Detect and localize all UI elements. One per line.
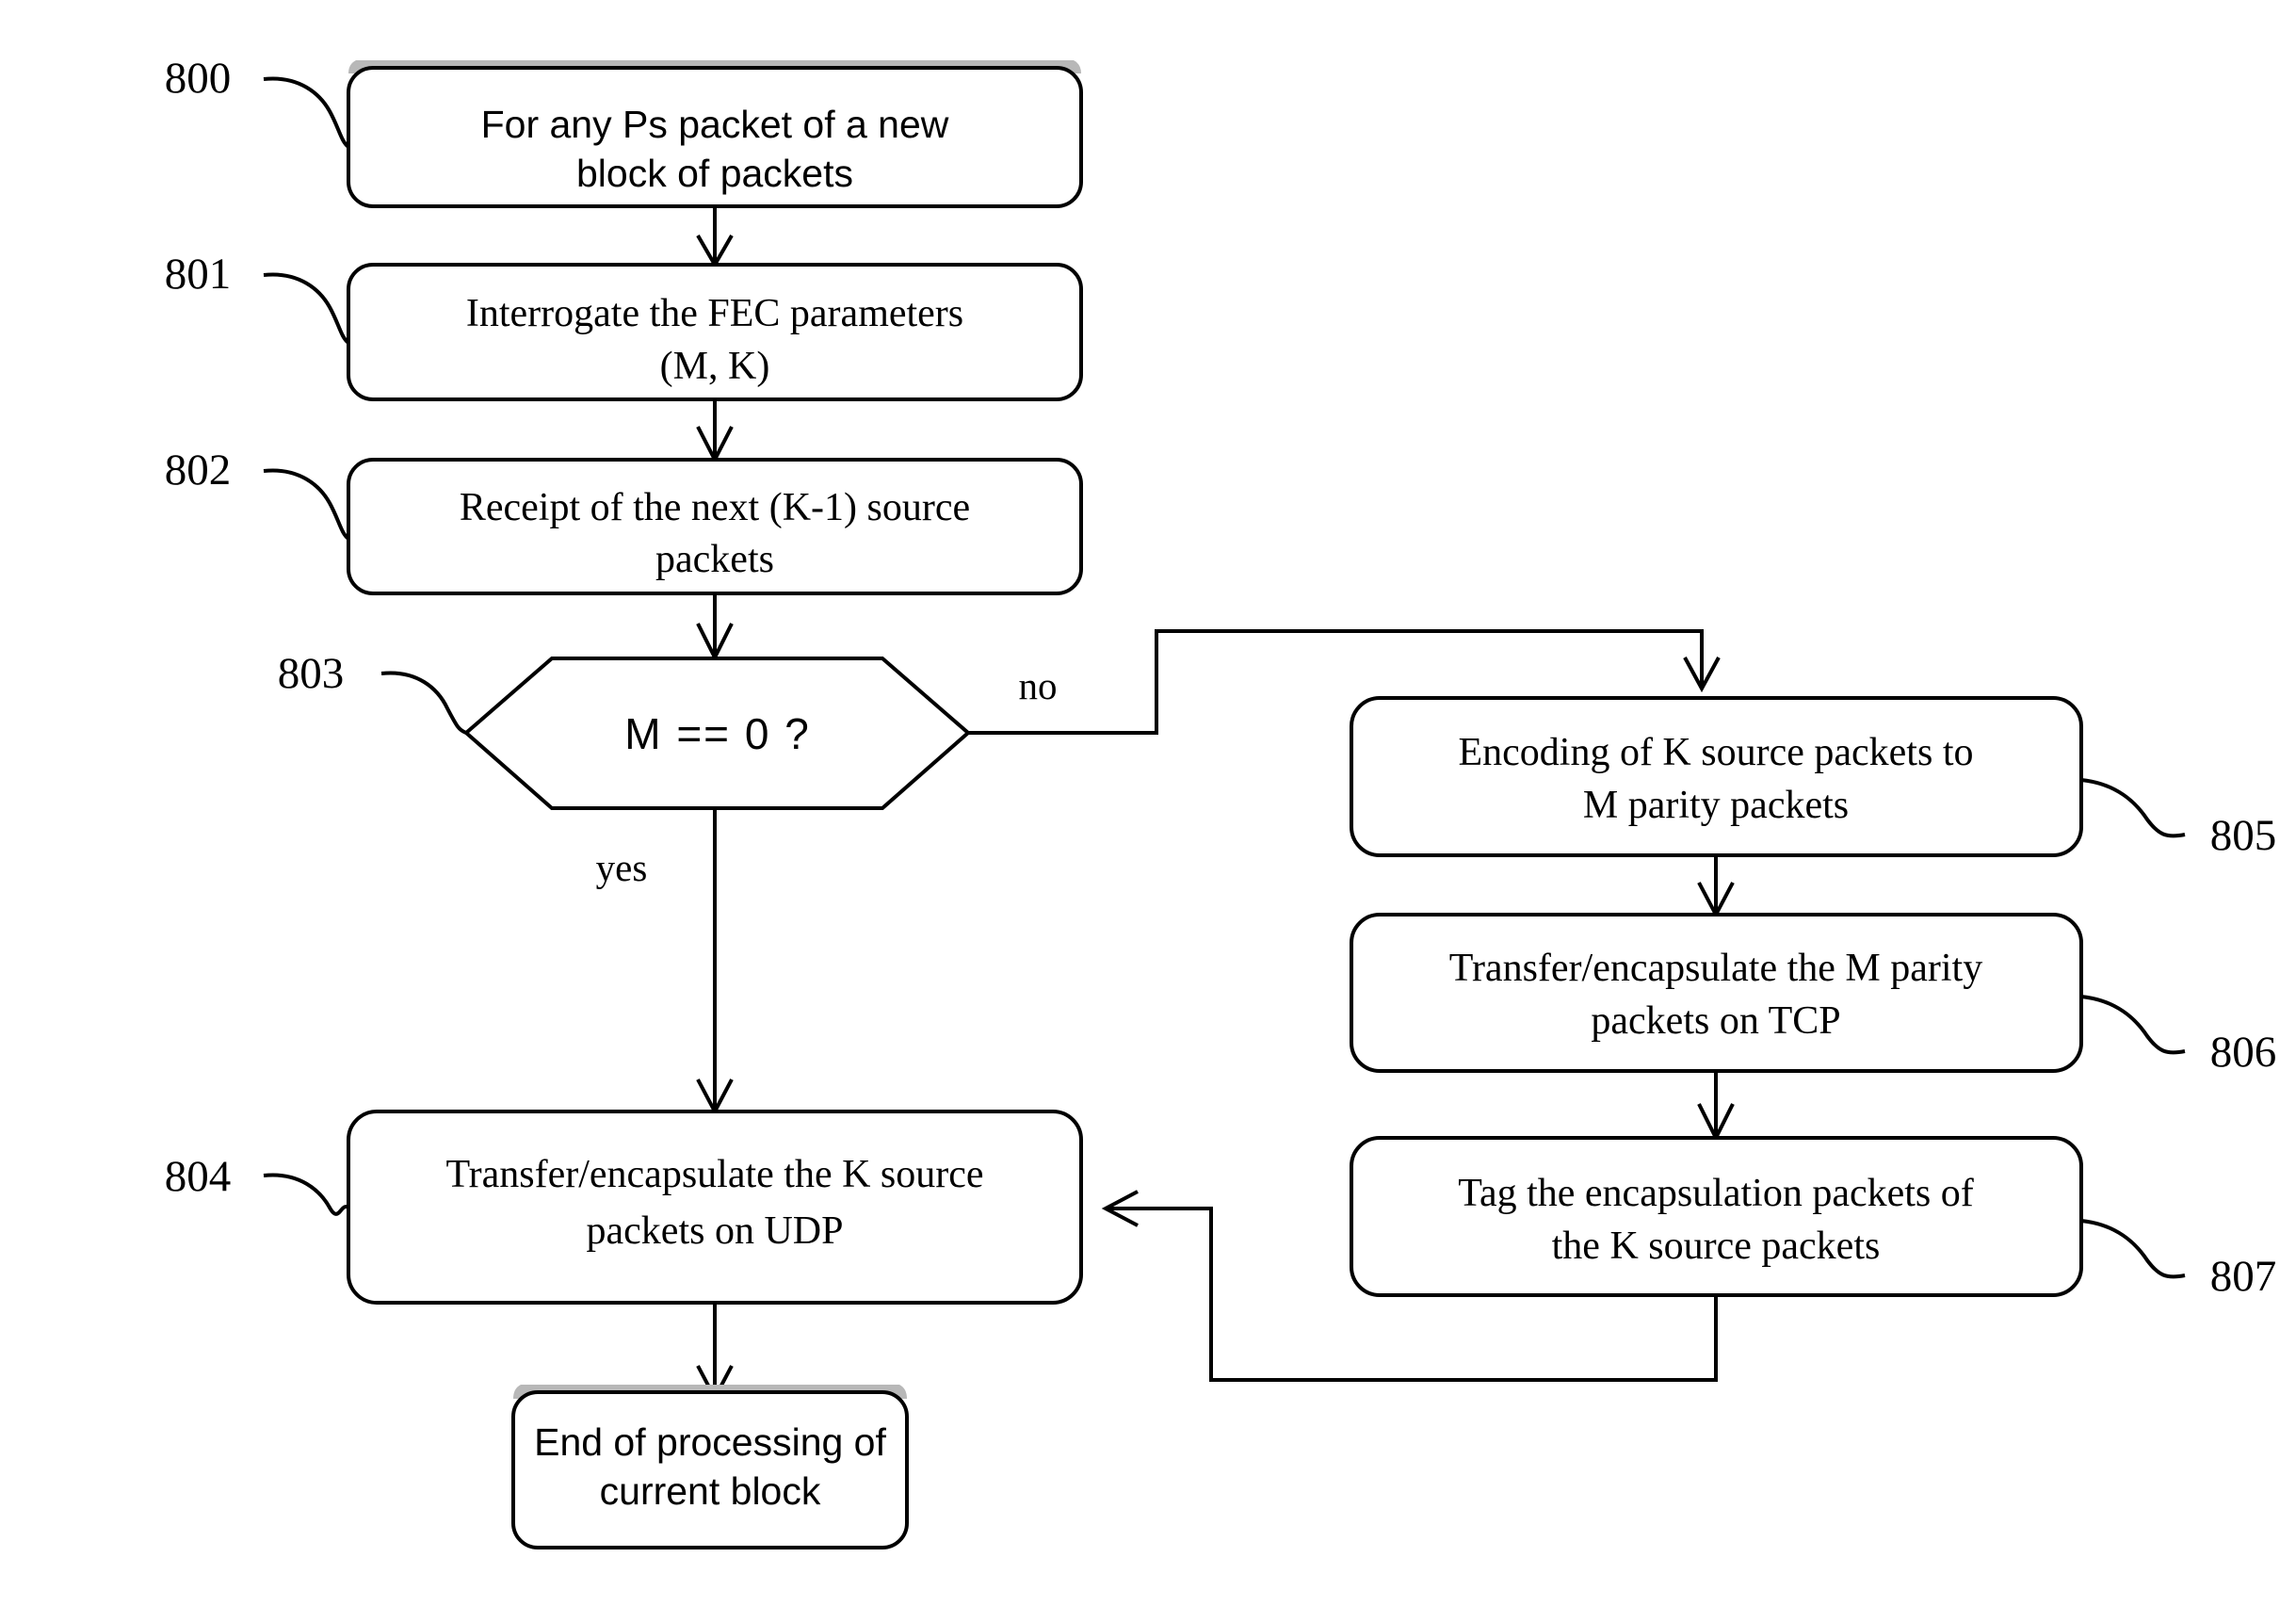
ref-label-806: 806 <box>2210 1028 2277 1077</box>
encoding-node-line1: Encoding of K source packets to <box>1458 731 1973 774</box>
leader-line-804 <box>263 1173 350 1216</box>
transfer-udp-node-line1: Transfer/encapsulate the K source <box>445 1153 983 1196</box>
leader-line-802 <box>263 468 350 541</box>
leader-line-801 <box>263 272 350 345</box>
encoding-node-line2: M parity packets <box>1583 784 1849 827</box>
ref-label-807: 807 <box>2210 1252 2277 1301</box>
ref-label-800: 800 <box>165 54 232 103</box>
ref-label-802: 802 <box>165 446 232 495</box>
connector-805-to-806 <box>1697 855 1735 919</box>
end-node-line2: current block <box>600 1469 821 1513</box>
node-receipt-802[interactable]: Receipt of the next (K-1) source packets <box>347 458 1083 595</box>
start-node-line2: block of packets <box>576 152 853 195</box>
transfer-udp-node-line2: packets on UDP <box>587 1209 844 1253</box>
leader-line-803 <box>380 671 467 735</box>
tag-node-line1: Tag the encapsulation packets of <box>1458 1172 1974 1215</box>
transfer-udp-node-box <box>347 1110 1083 1305</box>
leader-line-806 <box>2080 995 2186 1055</box>
receipt-node-line2: packets <box>655 538 774 581</box>
connector-804-to-end <box>696 1303 734 1403</box>
ref-label-804: 804 <box>165 1152 232 1201</box>
ref-label-803: 803 <box>278 649 345 698</box>
connector-start-to-801 <box>696 206 734 268</box>
connector-802-to-803 <box>696 593 734 662</box>
leader-line-800 <box>263 76 350 149</box>
node-encoding-805[interactable]: Encoding of K source packets to M parity… <box>1350 696 2083 857</box>
node-transfer-tcp-806[interactable]: Transfer/encapsulate the M parity packet… <box>1350 913 2083 1073</box>
node-end-terminator[interactable]: End of processing of current block <box>511 1385 909 1549</box>
connector-806-to-807 <box>1697 1071 1735 1143</box>
branch-label-yes: yes <box>596 846 648 889</box>
end-node-line1: End of processing of <box>534 1420 886 1464</box>
interrogate-node-line1: Interrogate the FEC parameters <box>466 292 963 335</box>
node-decision-803[interactable]: M == 0 ? <box>462 657 972 810</box>
node-tag-807[interactable]: Tag the encapsulation packets of the K s… <box>1350 1136 2083 1297</box>
connector-801-to-802 <box>696 399 734 464</box>
start-node-line1: For any Ps packet of a new <box>481 103 949 146</box>
node-transfer-udp-804[interactable]: Transfer/encapsulate the K source packet… <box>347 1110 1083 1305</box>
decision-node-condition: M == 0 ? <box>624 709 811 758</box>
receipt-node-line1: Receipt of the next (K-1) source <box>460 486 970 529</box>
tag-node-line2: the K source packets <box>1552 1225 1881 1268</box>
encoding-node-box <box>1350 696 2083 857</box>
ref-label-805: 805 <box>2210 811 2277 860</box>
leader-line-807 <box>2080 1219 2186 1279</box>
transfer-tcp-node-line2: packets on TCP <box>1591 999 1840 1043</box>
branch-label-no: no <box>1019 664 1058 707</box>
transfer-tcp-node-line1: Transfer/encapsulate the M parity <box>1449 947 1982 990</box>
tag-node-box <box>1350 1136 2083 1297</box>
node-start-800[interactable]: For any Ps packet of a new block of pack… <box>347 60 1083 208</box>
leader-line-805 <box>2080 778 2186 838</box>
transfer-tcp-node-box <box>1350 913 2083 1073</box>
flowchart-canvas: For any Ps packet of a new block of pack… <box>165 54 2277 1549</box>
node-interrogate-801[interactable]: Interrogate the FEC parameters (M, K) <box>347 263 1083 401</box>
connector-yes-branch: yes <box>596 808 734 1116</box>
interrogate-node-line2: (M, K) <box>660 345 770 388</box>
flowchart-page: For any Ps packet of a new block of pack… <box>0 0 2296 1606</box>
ref-label-801: 801 <box>165 250 232 299</box>
